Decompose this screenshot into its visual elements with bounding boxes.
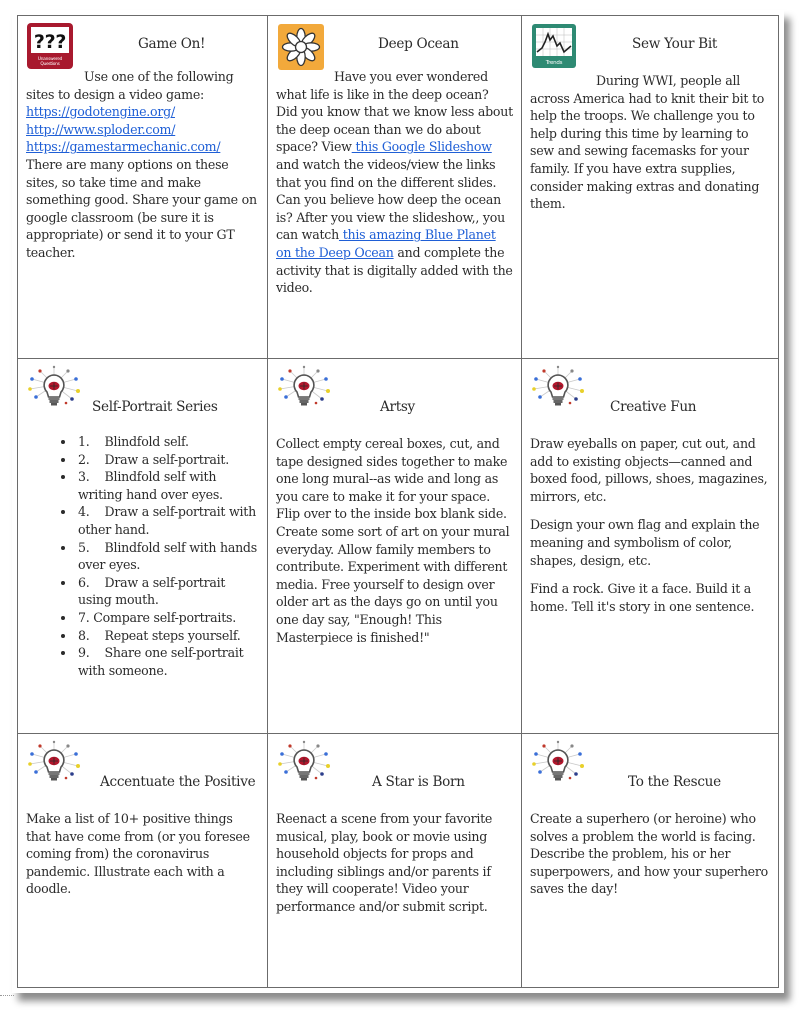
card-game-on: ??? Unanswered Questions Game On! Use on… <box>17 15 268 359</box>
list-item: 4. Draw a self-portrait with other hand. <box>76 503 259 538</box>
card-title: Deep Ocean <box>378 36 459 52</box>
card-paragraph: Design your own flag and explain the mea… <box>530 517 760 568</box>
card-body: Make a list of 10+ positive things that … <box>26 811 250 897</box>
page-edge-marker <box>0 995 14 996</box>
trends-chart-icon: Trends <box>530 22 578 75</box>
lightbulb-brain-icon <box>276 740 332 795</box>
lightbulb-brain-icon <box>26 740 82 795</box>
activity-grid: ??? Unanswered Questions Game On! Use on… <box>17 15 779 988</box>
link-google-slideshow[interactable]: this Google Slideshow <box>352 139 492 154</box>
svg-text:Trends: Trends <box>545 60 563 66</box>
list-item: 3. Blindfold self with writing hand over… <box>76 468 259 503</box>
list-item: 2. Draw a self-portrait. <box>76 451 259 469</box>
lightbulb-brain-icon <box>26 365 82 420</box>
card-body: Reenact a scene from your favorite music… <box>276 811 493 914</box>
card-to-the-rescue: To the Rescue Create a superhero (or her… <box>521 733 779 988</box>
lightbulb-brain-icon <box>276 365 332 420</box>
grid-row: ??? Unanswered Questions Game On! Use on… <box>17 15 779 359</box>
lightbulb-brain-icon <box>530 365 586 420</box>
card-deep-ocean: Deep Ocean Have you ever wondered what l… <box>267 15 522 359</box>
svg-text:Questions: Questions <box>40 61 60 67</box>
svg-text:???: ??? <box>34 31 66 53</box>
card-body: Use one of the following sites to design… <box>26 69 257 260</box>
card-title: Accentuate the Positive <box>100 774 256 790</box>
card-artsy: Artsy Collect empty cereal boxes, cut, a… <box>267 358 522 734</box>
card-title: To the Rescue <box>628 774 721 790</box>
link-gamestar[interactable]: https://gamestarmechanic.com/ <box>26 139 221 154</box>
list-item: 1. Blindfold self. <box>76 433 259 451</box>
card-title: Artsy <box>380 399 415 415</box>
card-body: Draw eyeballs on paper, cut out, and add… <box>530 435 770 615</box>
list-item: 6. Draw a self-portrait using mouth. <box>76 574 259 609</box>
card-self-portrait-series: Self-Portrait Series 1. Blindfold self. … <box>17 358 268 734</box>
card-title: Self-Portrait Series <box>92 399 218 415</box>
card-body: Collect empty cereal boxes, cut, and tap… <box>276 436 510 645</box>
card-paragraph: Draw eyeballs on paper, cut out, and add… <box>530 436 768 504</box>
unanswered-questions-icon: ??? Unanswered Questions <box>26 22 74 75</box>
card-body: Create a superhero (or heroine) who solv… <box>530 811 768 897</box>
steps-list: 1. Blindfold self. 2. Draw a self-portra… <box>26 433 259 679</box>
card-title: Sew Your Bit <box>632 36 718 52</box>
list-item: 7. Compare self-portraits. <box>76 609 259 627</box>
list-item: 5. Blindfold self with hands over eyes. <box>76 539 259 574</box>
card-title: A Star is Born <box>372 774 465 790</box>
grid-row: Accentuate the Positive Make a list of 1… <box>17 733 779 988</box>
lightbulb-brain-icon <box>530 740 586 795</box>
card-creative-fun: Creative Fun Draw eyeballs on paper, cut… <box>521 358 779 734</box>
card-accentuate-the-positive: Accentuate the Positive Make a list of 1… <box>17 733 268 988</box>
card-sew-your-bit: Trends Sew Your Bit During WWI, people a… <box>521 15 779 359</box>
link-sploder[interactable]: http://www.sploder.com/ <box>26 122 175 137</box>
card-title: Game On! <box>138 36 206 52</box>
flower-icon <box>276 22 326 77</box>
choice-board-page: ??? Unanswered Questions Game On! Use on… <box>12 10 784 993</box>
grid-row: Self-Portrait Series 1. Blindfold self. … <box>17 358 779 734</box>
link-godot[interactable]: https://godotengine.org/ <box>26 104 175 119</box>
card-body: Have you ever wondered what life is like… <box>276 69 513 296</box>
card-paragraph: Find a rock. Give it a face. Build it a … <box>530 581 755 614</box>
card-title: Creative Fun <box>610 399 697 415</box>
card-a-star-is-born: A Star is Born Reenact a scene from your… <box>267 733 522 988</box>
list-item: 8. Repeat steps yourself. <box>76 627 259 645</box>
list-item: 9. Share one self-portrait with someone. <box>76 644 259 679</box>
card-body: During WWI, people all across America ha… <box>530 73 765 212</box>
